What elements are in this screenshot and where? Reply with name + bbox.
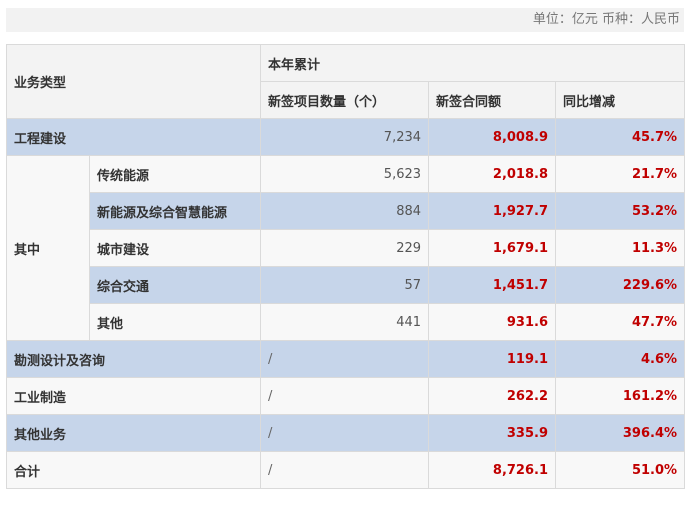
row-label: 勘测设计及咨询	[5, 340, 262, 378]
row-yoy: 229.6%	[555, 266, 686, 304]
table-row-manufacturing: 工业制造 / 262.2 161.2%	[5, 377, 686, 415]
group-label: 其中	[6, 155, 90, 341]
table-row-sub: 其中 传统能源 5,623 2,018.8 21.7%	[6, 155, 686, 341]
header-row: 业务类型 本年累计	[5, 44, 686, 119]
contracts-table: 业务类型 本年累计 新签项目数量（个） 新签合同额 同比增减 工程建设 7,23…	[5, 44, 686, 489]
row-amount: 119.1	[428, 340, 557, 378]
row-label: 城市建设	[88, 229, 262, 267]
row-amount: 335.9	[428, 414, 557, 452]
row-yoy: 21.7%	[555, 155, 686, 193]
table-row-sub: 城市建设 229 1,679.1 11.3%	[7, 229, 686, 267]
row-projects: 5,623	[260, 155, 430, 193]
row-projects: 57	[260, 266, 430, 304]
header-yoy: 同比增减	[555, 81, 686, 119]
row-label: 工业制造	[5, 377, 262, 415]
table-row-engineering: 工程建设 7,234 8,008.9 45.7%	[5, 118, 686, 156]
row-amount: 2,018.8	[428, 155, 557, 193]
row-amount: 8,008.9	[428, 118, 557, 156]
row-label: 其他	[88, 303, 262, 341]
table-row-survey: 勘测设计及咨询 / 119.1 4.6%	[5, 340, 686, 378]
row-yoy: 47.7%	[555, 303, 686, 341]
row-label: 其他业务	[5, 414, 262, 452]
row-yoy: 51.0%	[555, 451, 686, 489]
row-label: 传统能源	[88, 155, 262, 193]
row-projects: 884	[260, 192, 430, 230]
table-row-other-business: 其他业务 / 335.9 396.4%	[5, 414, 686, 452]
row-amount: 1,679.1	[428, 229, 557, 267]
row-yoy: 45.7%	[555, 118, 686, 156]
table-row-sub: 新能源及综合智慧能源 884 1,927.7 53.2%	[7, 192, 686, 230]
header-projects: 新签项目数量（个）	[260, 81, 430, 119]
row-amount: 1,451.7	[428, 266, 557, 304]
table-row-sub: 综合交通 57 1,451.7 229.6%	[7, 266, 686, 304]
row-projects: 441	[260, 303, 430, 341]
row-label: 工程建设	[5, 118, 262, 156]
row-label: 新能源及综合智慧能源	[88, 192, 262, 230]
row-label: 综合交通	[88, 266, 262, 304]
row-projects: /	[260, 414, 430, 452]
row-projects: 229	[260, 229, 430, 267]
header-business-type: 业务类型	[5, 44, 262, 119]
row-label: 合计	[5, 451, 262, 489]
unit-note: 单位：亿元 币种：人民币	[6, 8, 684, 32]
row-projects: /	[260, 377, 430, 415]
row-amount: 1,927.7	[428, 192, 557, 230]
row-amount: 931.6	[428, 303, 557, 341]
row-yoy: 53.2%	[555, 192, 686, 230]
row-yoy: 4.6%	[555, 340, 686, 378]
table-row-total: 合计 / 8,726.1 51.0%	[5, 451, 686, 489]
header-amount: 新签合同额	[428, 81, 557, 119]
row-projects: /	[260, 451, 430, 489]
row-projects: /	[260, 340, 430, 378]
row-yoy: 396.4%	[555, 414, 686, 452]
table-row-sub: 其他 441 931.6 47.7%	[7, 303, 686, 341]
row-amount: 262.2	[428, 377, 557, 415]
row-amount: 8,726.1	[428, 451, 557, 489]
row-yoy: 161.2%	[555, 377, 686, 415]
header-ytd: 本年累计	[260, 44, 686, 82]
row-projects: 7,234	[260, 118, 430, 156]
row-yoy: 11.3%	[555, 229, 686, 267]
